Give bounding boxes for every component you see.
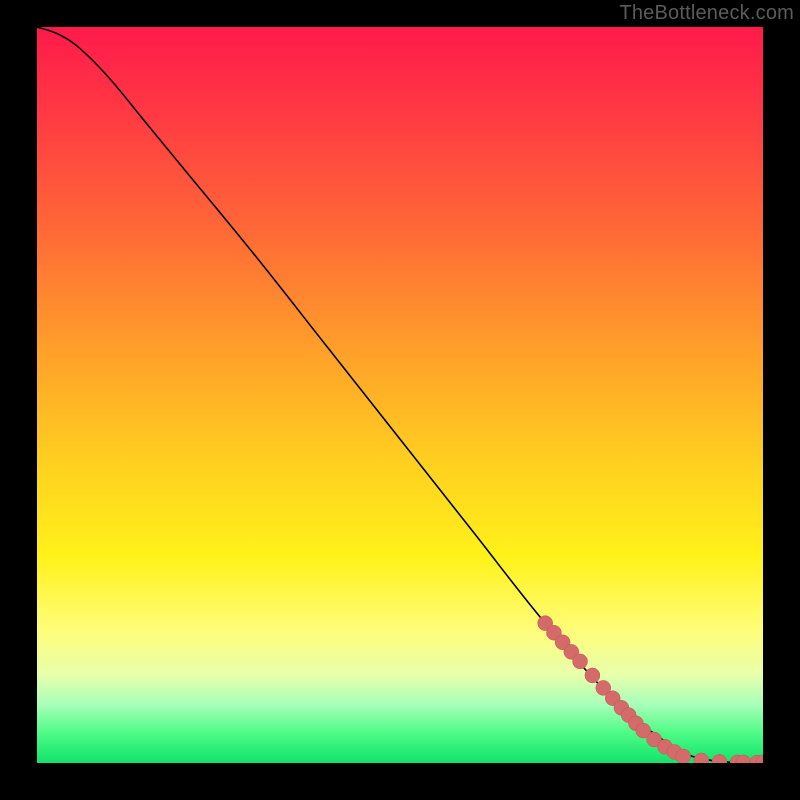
highlight-points xyxy=(538,616,763,763)
marker-point xyxy=(573,654,588,669)
plot-svg xyxy=(37,27,763,763)
chart-frame: TheBottleneck.com xyxy=(0,0,800,800)
plot-area xyxy=(37,27,763,763)
marker-point xyxy=(676,749,691,763)
marker-point xyxy=(585,668,600,683)
marker-point xyxy=(712,754,727,763)
marker-point xyxy=(694,753,709,763)
attribution-text: TheBottleneck.com xyxy=(619,2,794,25)
bottleneck-curve xyxy=(37,27,763,763)
